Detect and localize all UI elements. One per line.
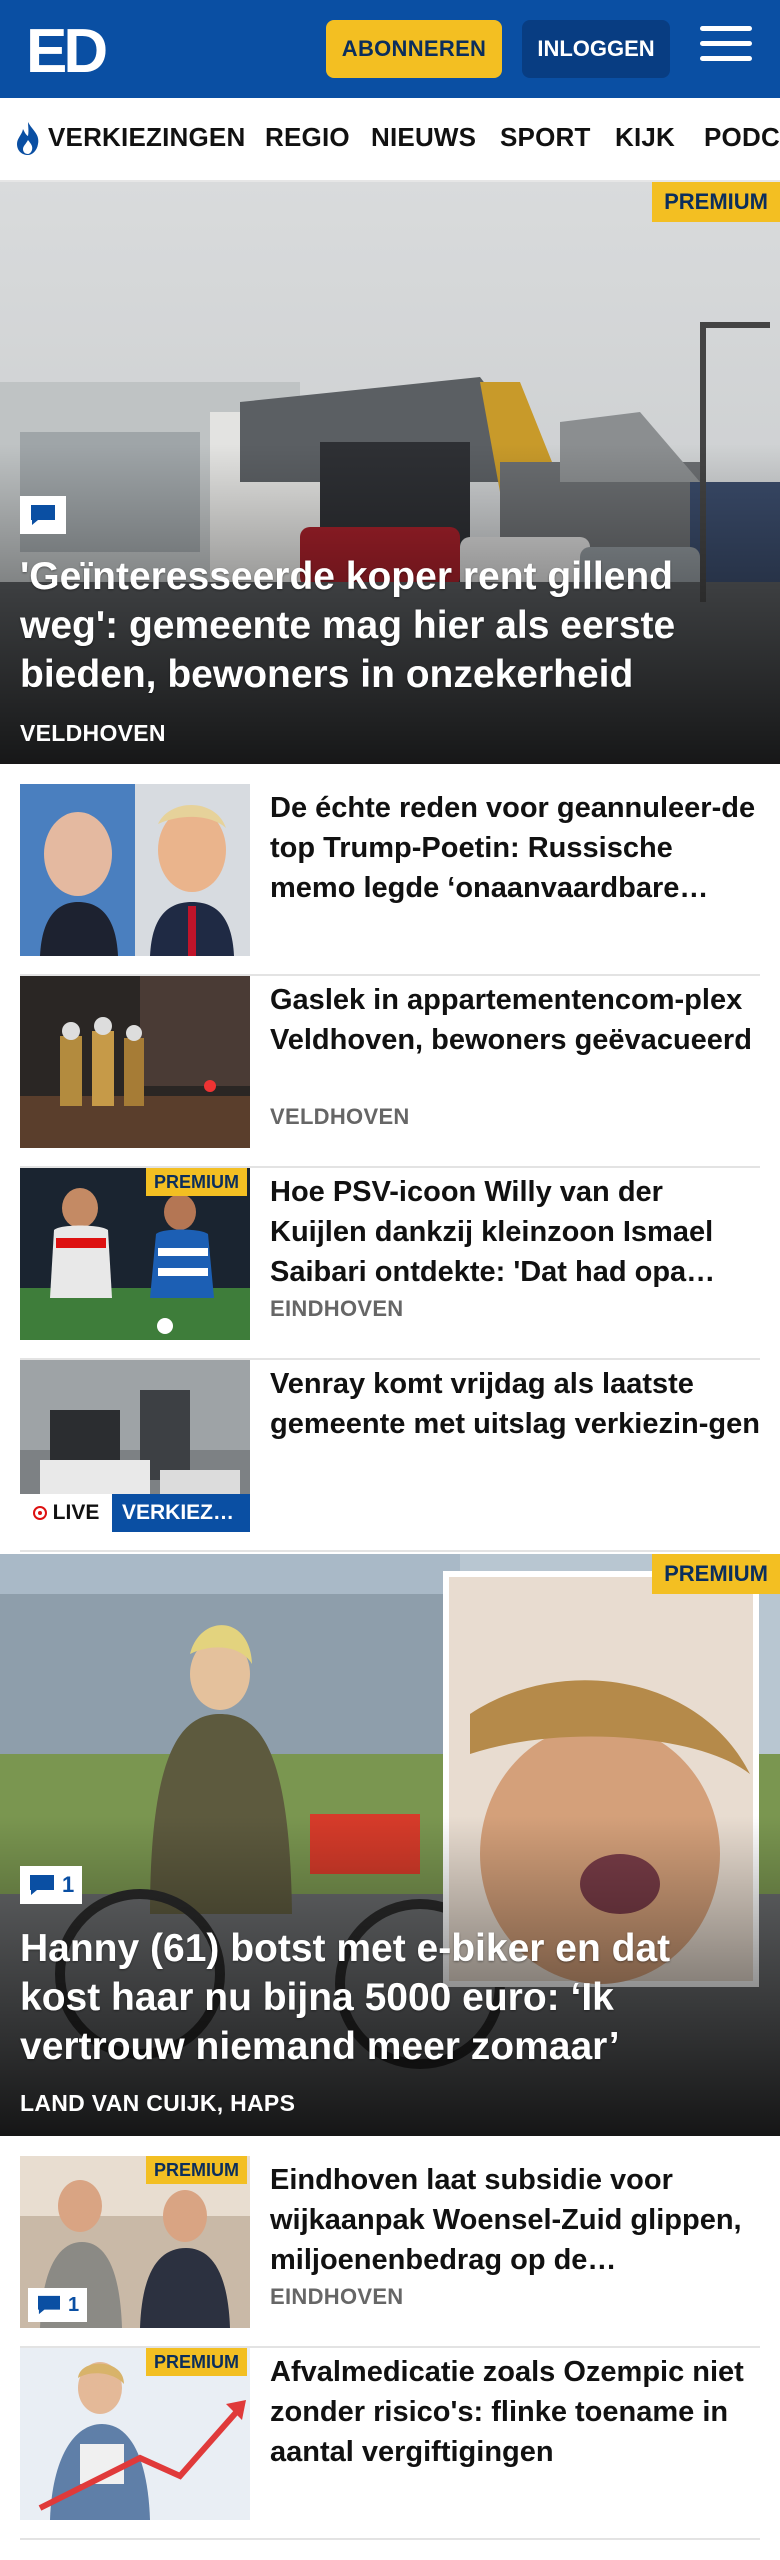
list-item[interactable]: LIVE VERKIEZ… Venray komt vrijdag als la… bbox=[20, 1360, 760, 1552]
article-thumbnail bbox=[20, 784, 250, 956]
section-nav: VERKIEZINGEN REGIO NIEUWS SPORT KIJK POD… bbox=[0, 98, 780, 182]
list-item[interactable]: PREMIUM Afvalmedicatie zoals Ozempic nie… bbox=[20, 2348, 760, 2540]
article-title[interactable]: Hoe PSV-icoon Willy van der Kuijlen dank… bbox=[270, 1172, 760, 1292]
nav-item-podcast[interactable]: PODC bbox=[704, 122, 780, 153]
article-location: VELDHOVEN bbox=[270, 1104, 410, 1129]
premium-badge: PREMIUM bbox=[652, 182, 780, 222]
nav-item-kijk[interactable]: KIJK bbox=[615, 122, 675, 153]
hero-title[interactable]: Hanny (61) botst met e-biker en dat kost… bbox=[20, 1924, 756, 2071]
hero-title[interactable]: 'Geïnteresseerde koper rent gillend weg'… bbox=[20, 552, 756, 699]
article-title[interactable]: Eindhoven laat subsidie voor wijkaanpak … bbox=[270, 2160, 760, 2280]
top-bar: ED ABONNEREN INLOGGEN bbox=[0, 0, 780, 98]
list-item[interactable]: PREMIUM Hoe PSV-icoon Willy van der Kuij… bbox=[20, 1168, 760, 1360]
premium-badge: PREMIUM bbox=[146, 2156, 247, 2184]
article-location: EINDHOVEN bbox=[270, 2284, 404, 2309]
comment-count: 1 bbox=[62, 1872, 75, 1897]
article-title[interactable]: Gaslek in appartementencom-plex Veldhove… bbox=[270, 980, 760, 1060]
comment-icon bbox=[38, 2295, 60, 2315]
flame-icon bbox=[17, 122, 39, 155]
nav-item-verkiezingen[interactable]: VERKIEZINGEN bbox=[48, 122, 245, 153]
subscribe-button[interactable]: ABONNEREN bbox=[326, 20, 502, 78]
comment-icon bbox=[31, 505, 55, 525]
premium-badge: PREMIUM bbox=[652, 1554, 780, 1594]
list-item[interactable]: De échte reden voor geannuleer-de top Tr… bbox=[20, 784, 760, 976]
nav-item-nieuws[interactable]: NIEUWS bbox=[371, 122, 476, 153]
live-tag: LIVE VERKIEZ… bbox=[20, 1494, 250, 1532]
comment-badge bbox=[20, 496, 66, 534]
live-label: LIVE bbox=[52, 1501, 100, 1524]
ed-logo[interactable]: ED bbox=[26, 18, 118, 80]
list-item[interactable]: PREMIUM 1 Eindhoven laat subsidie voor w… bbox=[20, 2156, 760, 2348]
live-icon bbox=[32, 1506, 47, 1520]
article-location: EINDHOVEN bbox=[270, 1296, 404, 1321]
nav-item-sport[interactable]: SPORT bbox=[500, 122, 591, 153]
article-thumbnail bbox=[20, 976, 250, 1148]
hero-article-2[interactable]: PREMIUM 1 Hanny (61) botst met e-biker e… bbox=[0, 1554, 780, 2136]
svg-text:ED: ED bbox=[26, 18, 106, 80]
login-button[interactable]: INLOGGEN bbox=[522, 20, 670, 78]
premium-badge: PREMIUM bbox=[146, 2348, 247, 2376]
hero-location: LAND VAN CUIJK, HAPS bbox=[20, 2090, 296, 2116]
premium-badge: PREMIUM bbox=[146, 1168, 247, 1196]
article-title[interactable]: Afvalmedicatie zoals Ozempic niet zonder… bbox=[270, 2352, 760, 2472]
comment-badge: 1 bbox=[20, 1866, 83, 1904]
menu-icon[interactable] bbox=[700, 26, 752, 70]
category-tag: VERKIEZ… bbox=[112, 1494, 250, 1532]
comment-badge: 1 bbox=[28, 2288, 88, 2322]
comment-icon bbox=[30, 1875, 54, 1895]
hero-location: VELDHOVEN bbox=[20, 720, 166, 746]
comment-count: 1 bbox=[68, 2293, 80, 2316]
article-title[interactable]: De échte reden voor geannuleer-de top Tr… bbox=[270, 788, 760, 908]
article-title[interactable]: Venray komt vrijdag als laatste gemeente… bbox=[270, 1364, 760, 1444]
hero-article[interactable]: PREMIUM 'Geïnteresseerde koper rent gill… bbox=[0, 182, 780, 764]
list-item[interactable]: Gaslek in appartementencom-plex Veldhove… bbox=[20, 976, 760, 1168]
nav-item-regio[interactable]: REGIO bbox=[265, 122, 350, 153]
